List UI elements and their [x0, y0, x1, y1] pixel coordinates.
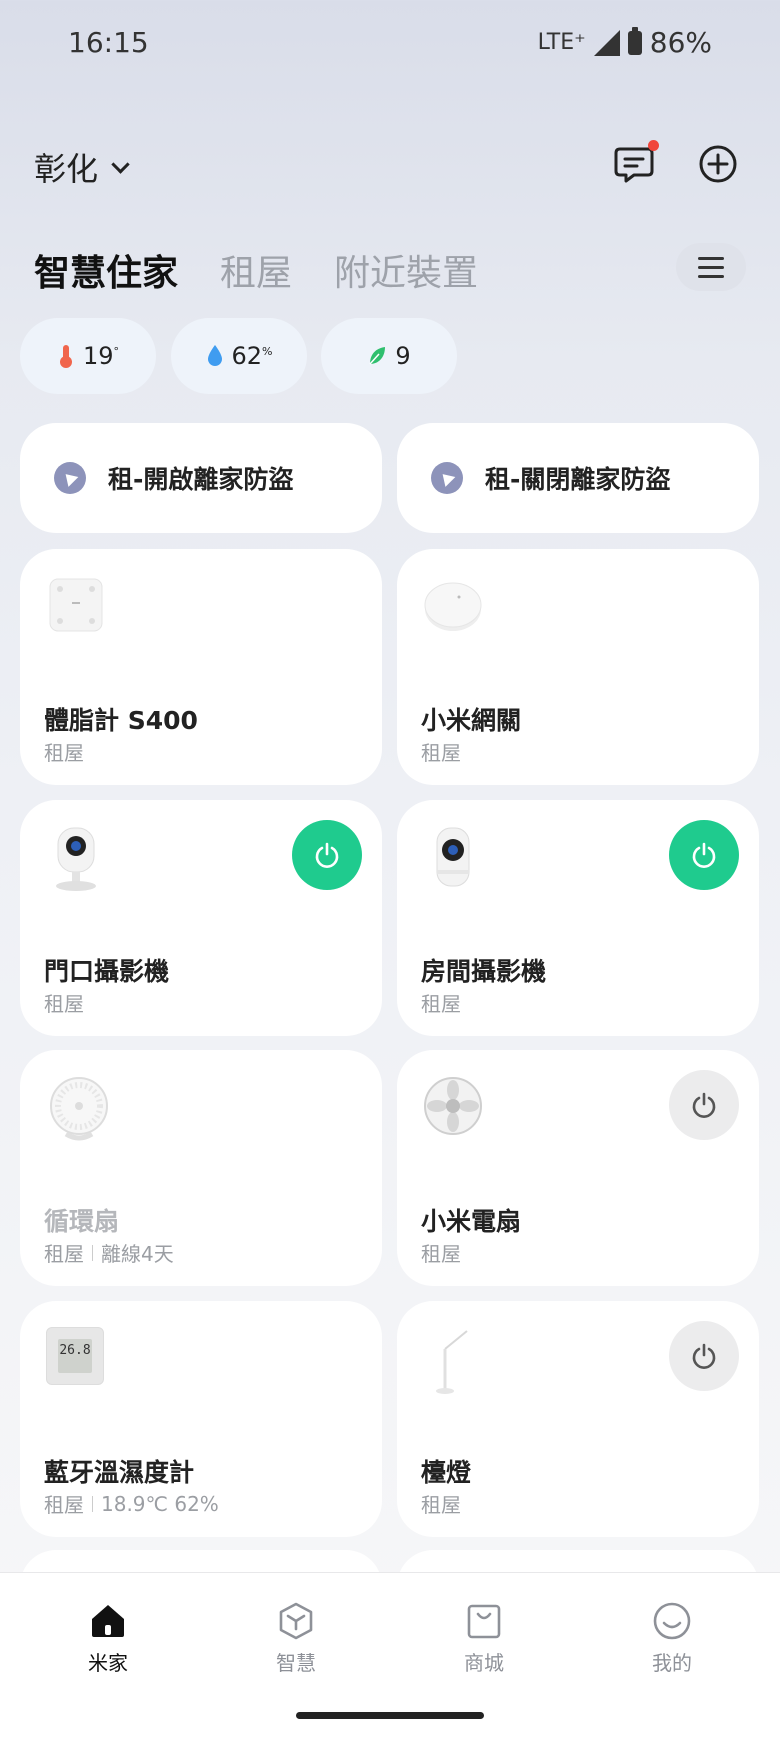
divider: [92, 1495, 93, 1512]
gateway-icon: [424, 582, 482, 631]
shopping-bag-icon: [467, 1604, 501, 1639]
home-icon: [92, 1605, 124, 1637]
device-room: 租屋: [421, 1242, 461, 1266]
scene-label: 租-開啟離家防盜: [108, 465, 294, 494]
humidity-chip[interactable]: 62%: [171, 318, 307, 394]
nav-profile[interactable]: 我的: [622, 1601, 722, 1676]
cube-icon: [279, 1602, 313, 1640]
fan-icon: [50, 1077, 108, 1141]
hamburger-icon: [698, 256, 724, 278]
nav-store[interactable]: 商城: [434, 1601, 534, 1676]
cursor-icon: [431, 462, 463, 494]
nav-label: 商城: [464, 1651, 504, 1675]
power-icon: [692, 1343, 716, 1369]
divider: [92, 1244, 93, 1261]
device-card-room-camera[interactable]: 房間攝影機 租屋: [397, 800, 759, 1036]
battery-icon: [627, 26, 642, 55]
device-name: 檯燈: [421, 1458, 472, 1487]
device-room: 租屋: [44, 741, 84, 765]
tab-nearby-devices[interactable]: 附近裝置: [334, 244, 478, 296]
signal-icon: [593, 29, 620, 56]
tab-rental[interactable]: 租屋: [220, 244, 292, 296]
device-room: 租屋: [44, 1493, 84, 1517]
device-name: 小米電扇: [421, 1207, 522, 1236]
lcd-reading: 26.8: [58, 1339, 92, 1373]
device-card-door-camera[interactable]: 門口攝影機 租屋: [20, 800, 382, 1036]
humidity-unit: %: [262, 345, 273, 358]
tab-smart-home[interactable]: 智慧住家: [34, 244, 178, 296]
air-quality-value: 9: [395, 342, 411, 370]
camera-icon: [56, 827, 96, 891]
chevron-down-icon: [111, 154, 130, 174]
add-device-button[interactable]: [698, 144, 738, 184]
device-name: 體脂計 S400: [44, 706, 198, 735]
battery-level: 86%: [649, 26, 712, 59]
temperature-value: 19: [82, 342, 114, 370]
status-indicators: LTE⁺ 86%: [538, 26, 712, 59]
power-icon: [692, 1092, 716, 1118]
device-name: 小米網關: [421, 706, 522, 735]
device-card-desk-lamp[interactable]: 檯燈 租屋: [397, 1301, 759, 1537]
scale-icon: [49, 578, 103, 632]
device-room: 租屋: [44, 1242, 84, 1266]
scene-label: 租-關閉離家防盜: [485, 465, 671, 494]
nav-label: 米家: [88, 1651, 128, 1675]
device-name: 藍牙溫濕度計: [44, 1458, 195, 1487]
device-status: 18.9℃ 62%: [101, 1491, 219, 1516]
power-icon: [315, 842, 339, 868]
thermometer-icon: [59, 345, 72, 368]
air-quality-chip[interactable]: 9: [321, 318, 457, 394]
thermometer-display-icon: 26.8: [46, 1327, 104, 1385]
power-button[interactable]: [669, 820, 739, 890]
device-card-circulator-fan[interactable]: 循環扇 租屋 離線4天: [20, 1050, 382, 1286]
desk-lamp-icon: [436, 1330, 468, 1394]
device-name: 門口攝影機: [44, 957, 170, 986]
scene-away-on[interactable]: 租-開啟離家防盜: [20, 423, 382, 533]
device-room: 租屋: [421, 741, 461, 765]
home-tabs: 智慧住家 租屋 附近裝置: [34, 244, 478, 296]
device-card-gateway[interactable]: 小米網關 租屋: [397, 549, 759, 785]
temperature-chip[interactable]: 19°: [20, 318, 156, 394]
camera-icon: [436, 827, 470, 887]
location-selector[interactable]: 彰化: [34, 144, 130, 190]
device-card-body-scale[interactable]: 體脂計 S400 租屋: [20, 549, 382, 785]
status-time: 16:15: [68, 26, 149, 59]
water-drop-icon: [207, 345, 222, 366]
leaf-icon: [369, 347, 386, 365]
device-name: 房間攝影機: [421, 957, 547, 986]
power-icon: [692, 842, 716, 868]
device-name: 循環扇: [44, 1207, 120, 1236]
home-indicator: [296, 1712, 484, 1719]
device-room: 租屋: [421, 1493, 461, 1517]
device-card-mi-fan[interactable]: 小米電扇 租屋: [397, 1050, 759, 1286]
power-button[interactable]: [292, 820, 362, 890]
smiley-icon: [653, 1602, 691, 1640]
temperature-unit: °: [113, 345, 120, 358]
humidity-value: 62: [231, 342, 263, 370]
device-card-thermo-hygrometer[interactable]: 26.8 藍牙溫濕度計 租屋 18.9℃ 62%: [20, 1301, 382, 1537]
location-label: 彰化: [34, 150, 99, 188]
network-type: LTE⁺: [537, 30, 586, 55]
power-button[interactable]: [669, 1070, 739, 1140]
power-button[interactable]: [669, 1321, 739, 1391]
device-room: 租屋: [44, 992, 84, 1016]
plus-circle-icon: [699, 145, 737, 183]
notification-badge: [648, 140, 659, 151]
fan-icon: [424, 1077, 482, 1135]
device-room: 租屋: [421, 992, 461, 1016]
cursor-icon: [54, 462, 86, 494]
nav-smart[interactable]: 智慧: [246, 1601, 346, 1676]
nav-label: 智慧: [276, 1651, 316, 1675]
device-status: 離線4天: [101, 1242, 174, 1266]
nav-home[interactable]: 米家: [58, 1601, 158, 1676]
scene-away-off[interactable]: 租-關閉離家防盜: [397, 423, 759, 533]
menu-button[interactable]: [676, 243, 746, 291]
nav-label: 我的: [652, 1651, 692, 1675]
